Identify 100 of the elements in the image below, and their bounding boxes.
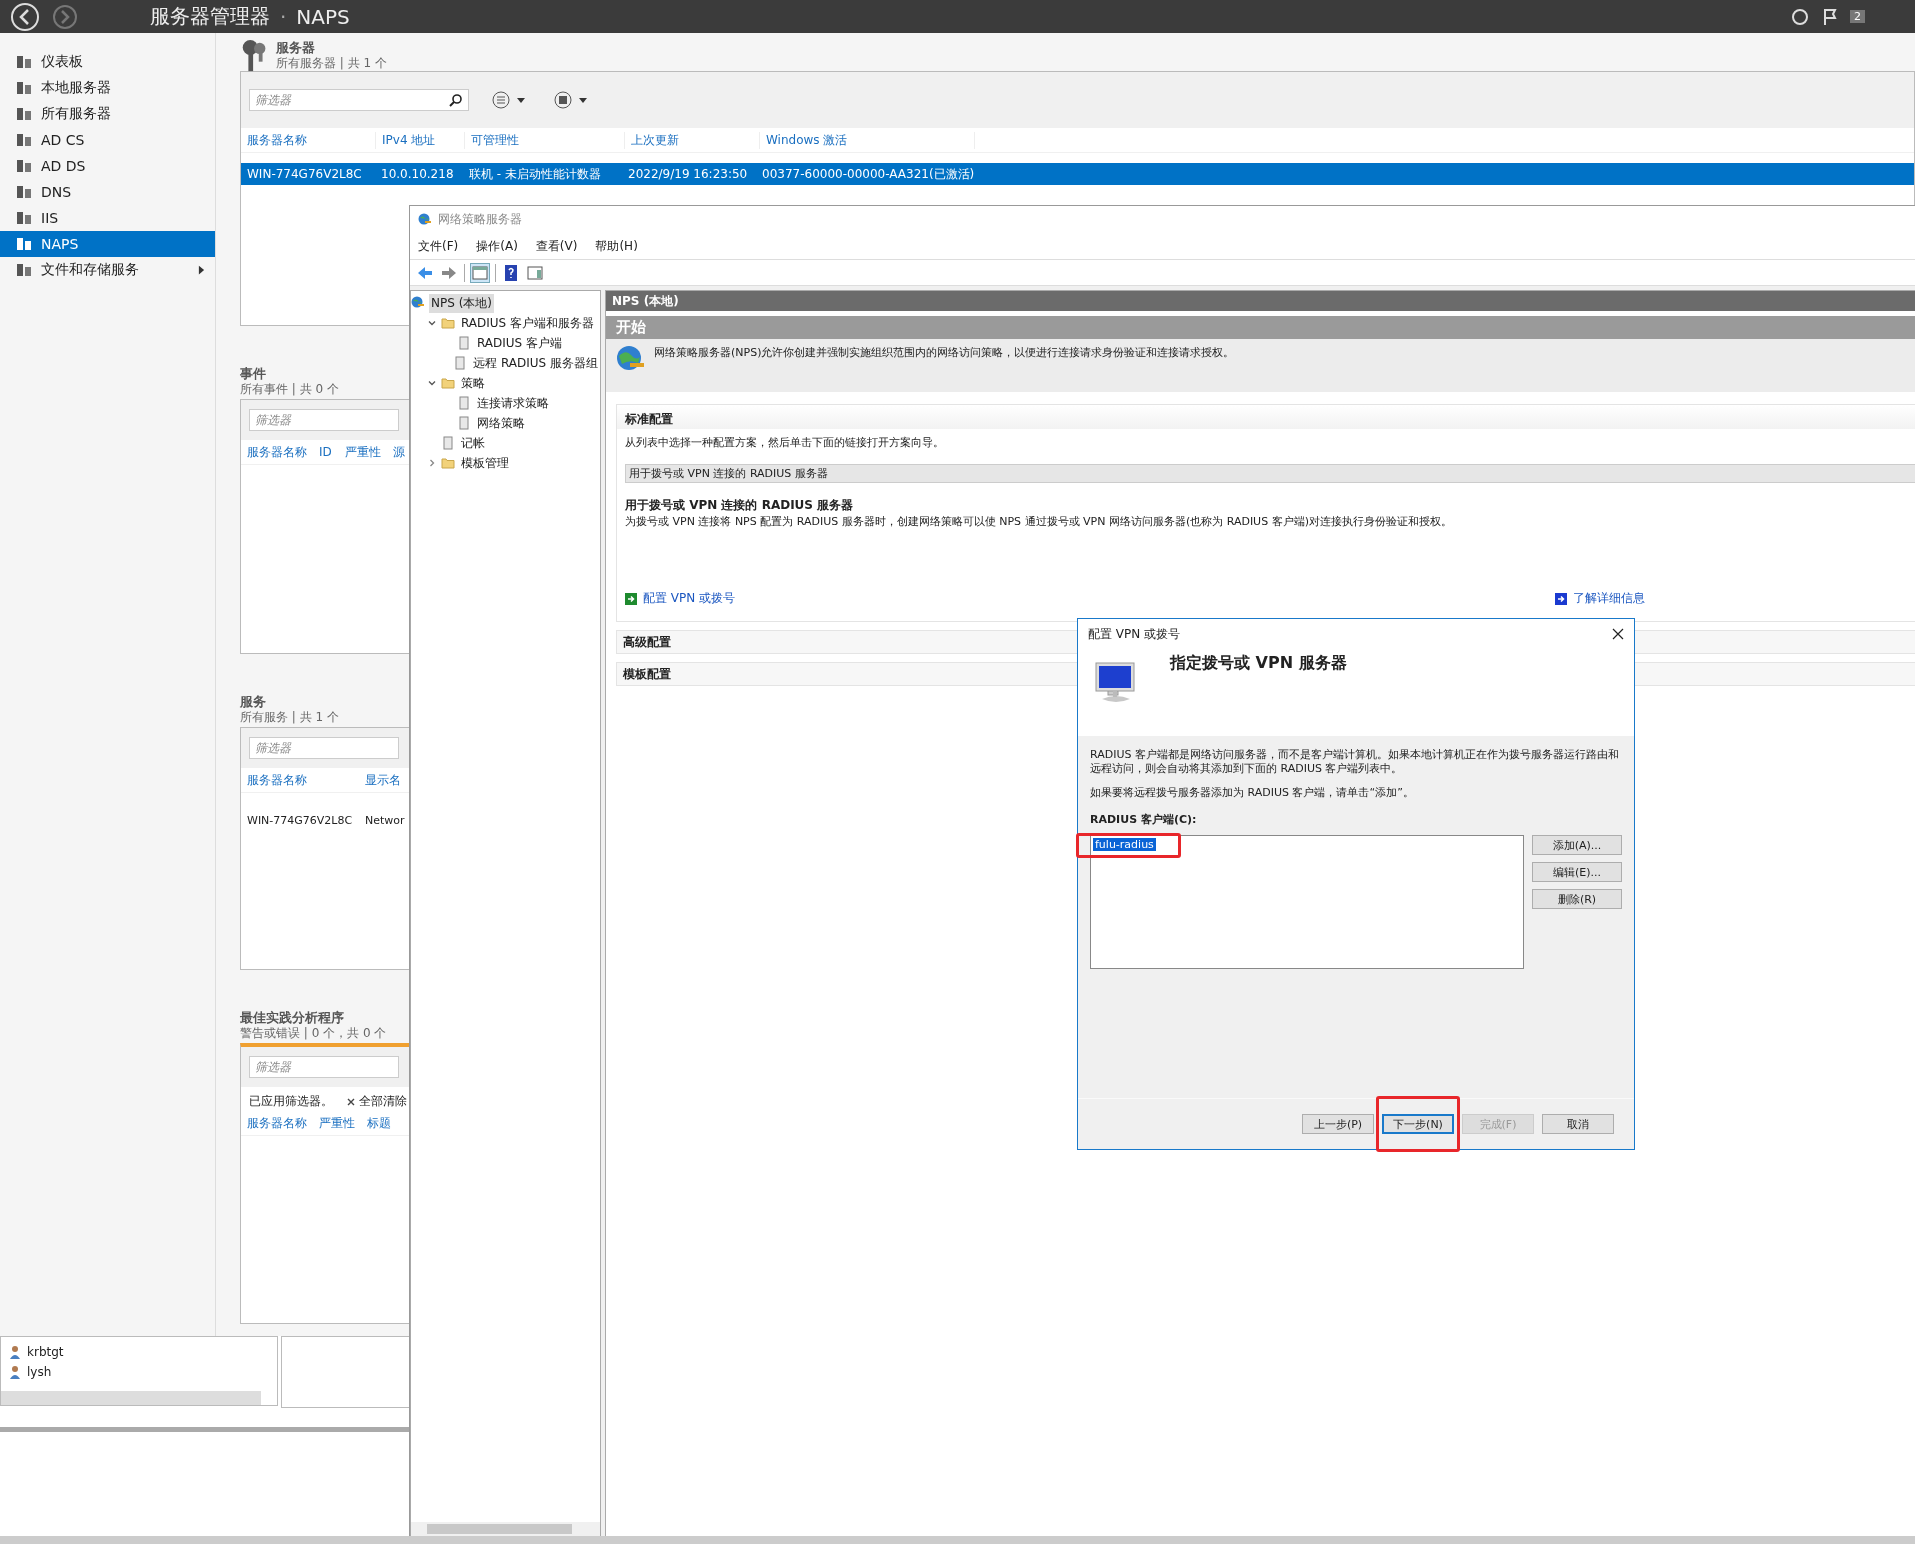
filter-field[interactable]: 筛选器	[249, 409, 399, 431]
dialog-title: 配置 VPN 或拨号	[1088, 625, 1181, 643]
section-title: 服务	[240, 693, 267, 710]
menu-item[interactable]: 文件(F)	[418, 237, 459, 255]
sidebar-item[interactable]: 本地服务器	[0, 75, 215, 101]
tree-item[interactable]: 远程 RADIUS 服务器组	[471, 353, 600, 373]
dialog-button[interactable]: 添加(A)...	[1532, 835, 1622, 855]
table-cell-text: WIN-774G76V2L8C	[247, 167, 363, 181]
wizard-button[interactable]: 上一步(P)	[1302, 1114, 1374, 1134]
sidebar-item[interactable]: 文件和存储服务	[0, 257, 215, 283]
table-cell-text: WIN-774G76V2L8C	[247, 813, 354, 827]
menu-item[interactable]: 帮助(H)	[595, 237, 638, 255]
instruction-text: 如果要将远程拨号服务器添加为 RADIUS 客户端，请单击“添加”。	[1090, 786, 1415, 800]
column-header[interactable]: 上次更新	[631, 131, 760, 149]
column-header[interactable]: ID	[319, 445, 345, 459]
user-icon	[9, 1365, 21, 1379]
column-header[interactable]: 服务器名称	[247, 771, 365, 789]
tree-item[interactable]: 网络策略	[475, 413, 527, 433]
server-icon	[16, 158, 32, 174]
action-pane-icon[interactable]	[526, 263, 544, 282]
close-icon[interactable]	[347, 1098, 355, 1106]
table-cell-text: 2022/9/19 16:23:50	[628, 167, 749, 181]
document-icon	[457, 416, 471, 430]
globe-key-icon	[411, 296, 425, 310]
table-row[interactable]: WIN-774G76V2L8C 10.0.10.218 联机 - 未启动性能计数器 2022/9/19 16:23:50 00377-60000-00000-AA321(已激活)	[241, 163, 1914, 185]
table-cell: Networ	[365, 813, 405, 827]
globe-key-icon	[418, 212, 432, 227]
client-item[interactable]: fulu-radius	[1093, 838, 1156, 851]
sidebar-item[interactable]: NAPS	[0, 231, 215, 257]
filter-field[interactable]: 筛选器	[249, 89, 469, 111]
document-icon	[457, 336, 471, 350]
document-icon	[441, 436, 455, 450]
learn-more-link[interactable]: 了解详细信息	[1573, 590, 1646, 607]
back-button-icon[interactable]	[10, 1, 40, 32]
description-text: RADIUS 客户端都是网络访问服务器，而不是客户端计算机。如果本地计算机正在作为拨号服务器运行路由和远程访问，则会自动将其添加到下面的 RADIUS 客户端列表中。	[1090, 748, 1620, 776]
server-icon	[16, 54, 32, 70]
menu-item[interactable]: 操作(A)	[476, 237, 518, 255]
pane-title: NPS (本地)	[606, 291, 1915, 311]
scenario-description: 为拨号或 VPN 连接将 NPS 配置为 RADIUS 服务器时，创建网络策略可以使 NPS 通过拨号或 VPN 网络访问服务器(也称为 RADIUS 客户端)对连接执行身份验证和授权。	[625, 514, 1453, 529]
tree-item[interactable]: NPS (本地)	[429, 293, 494, 313]
column-header[interactable]: 服务器名称	[247, 1114, 319, 1132]
server-icon	[16, 236, 32, 252]
column-header[interactable]: 严重性	[319, 1114, 367, 1132]
wizard-button[interactable]: 下一步(N)	[1382, 1114, 1454, 1134]
column-header[interactable]: IPv4 地址	[382, 131, 465, 149]
filter-field[interactable]: 筛选器	[249, 737, 399, 759]
tree-item[interactable]: 模板管理	[459, 453, 511, 473]
table-cell-text: 联机 - 未启动性能计数器	[469, 165, 602, 183]
table-cell-text: 00377-60000-00000-AA321(已激活)	[762, 165, 976, 183]
dialog-heading: 指定拨号或 VPN 服务器	[1170, 653, 1347, 674]
filter-notice: 已应用筛选器。	[249, 1093, 333, 1110]
menu-item[interactable]: 查看(V)	[535, 237, 578, 255]
section-title: 服务器	[276, 39, 316, 56]
server-icon	[16, 210, 32, 226]
user-item[interactable]: krbtgt	[27, 1345, 64, 1359]
document-icon	[453, 356, 468, 370]
folder-icon	[441, 456, 455, 470]
page-title: NAPS	[296, 4, 350, 29]
column-header[interactable]: 严重性	[345, 443, 393, 461]
sidebar-item[interactable]: 仪表板	[0, 49, 215, 75]
tree-item[interactable]: 连接请求策略	[475, 393, 551, 413]
help-icon[interactable]	[502, 263, 520, 282]
server-icon	[16, 106, 32, 122]
filter-field[interactable]: 筛选器	[249, 1056, 399, 1078]
column-header[interactable]: Windows 激活	[766, 131, 975, 149]
sidebar-item[interactable]: AD DS	[0, 153, 215, 179]
arrow-icon	[1555, 592, 1568, 605]
column-header[interactable]: 可管理性	[471, 131, 625, 149]
sidebar-item[interactable]: 所有服务器	[0, 101, 215, 127]
user-item[interactable]: lysh	[27, 1365, 52, 1379]
console-tree-icon[interactable]	[471, 263, 489, 282]
horizontal-scrollbar[interactable]	[1, 1391, 261, 1405]
instruction-text: 从列表中选择一种配置方案，然后单击下面的链接打开方案向导。	[625, 435, 945, 450]
section-subtitle: 所有服务器 | 共 1 个	[276, 56, 387, 71]
wizard-button[interactable]: 取消	[1542, 1114, 1614, 1134]
scenario-dropdown[interactable]: 用于拨号或 VPN 连接的 RADIUS 服务器	[625, 464, 1915, 483]
search-icon	[449, 93, 463, 107]
server-icon	[16, 80, 32, 96]
tree-item[interactable]: 策略	[459, 373, 487, 393]
column-header[interactable]: 服务器名称	[247, 443, 319, 461]
column-header[interactable]: 源	[393, 443, 407, 461]
dialog-button[interactable]: 删除(R)	[1532, 889, 1622, 909]
horizontal-scrollbar[interactable]	[411, 1522, 600, 1536]
column-header[interactable]: 显示名	[365, 771, 405, 789]
sidebar-item[interactable]: AD CS	[0, 127, 215, 153]
tree-item[interactable]: RADIUS 客户端和服务器	[459, 313, 597, 333]
tree-item[interactable]: RADIUS 客户端	[475, 333, 565, 353]
close-icon[interactable]	[1612, 628, 1624, 640]
configure-link[interactable]: 配置 VPN 或拨号	[643, 590, 736, 607]
dialog-button[interactable]: 编辑(E)...	[1532, 862, 1622, 882]
clear-all-link[interactable]: 全部清除	[359, 1093, 407, 1111]
notification-count: 2	[1850, 10, 1865, 23]
sidebar-item[interactable]: IIS	[0, 205, 215, 231]
sidebar-item[interactable]: DNS	[0, 179, 215, 205]
section-title: 事件	[240, 365, 267, 382]
section-title: 最佳实践分析程序	[240, 1009, 345, 1026]
column-header[interactable]: 服务器名称	[247, 131, 376, 149]
section-subtitle: 警告或错误 | 0 个，共 0 个	[240, 1026, 387, 1041]
column-header[interactable]: 标题	[367, 1114, 393, 1132]
tree-item[interactable]: 记帐	[459, 433, 487, 453]
